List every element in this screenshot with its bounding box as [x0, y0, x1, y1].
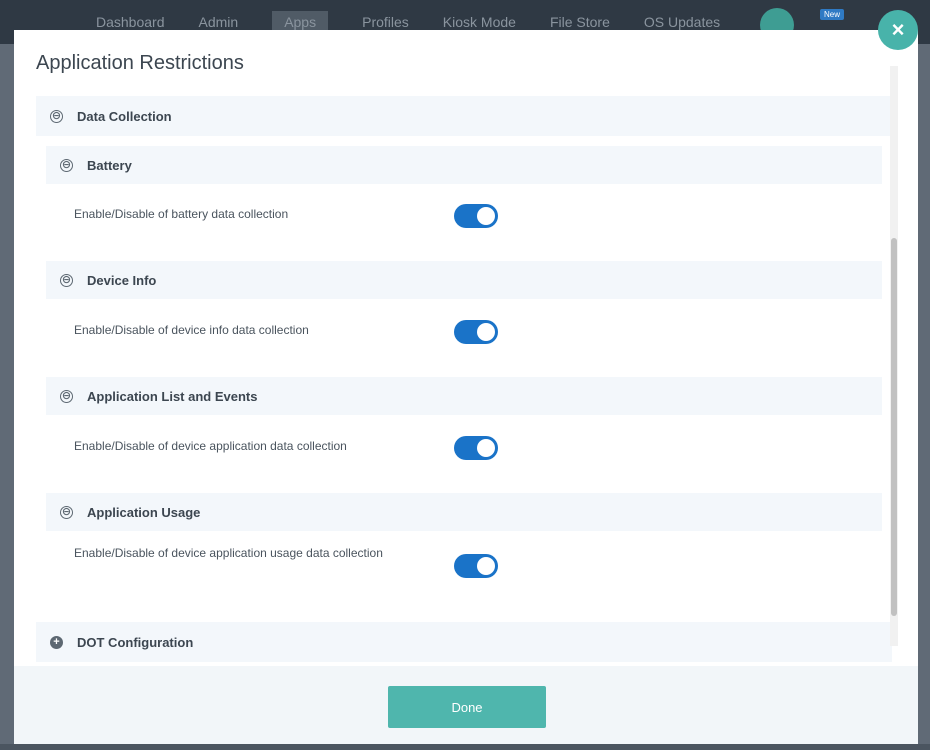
- collapse-icon: ⊖: [60, 389, 73, 403]
- switch-knob: [477, 439, 495, 457]
- backdrop-right: [918, 44, 930, 750]
- modal-scroll-area[interactable]: ⊖ Data Collection ⊖ Battery Enable/Disab…: [36, 96, 894, 666]
- nav-item-dashboard: Dashboard: [96, 14, 165, 30]
- battery-toggle-switch[interactable]: [454, 204, 498, 228]
- backdrop-left: [0, 44, 14, 750]
- new-badge: New: [820, 9, 845, 20]
- collapse-icon: ⊖: [60, 158, 73, 172]
- subsection-label-device-info: Device Info: [87, 272, 157, 288]
- modal-title: Application Restrictions: [36, 52, 244, 74]
- device-info-toggle-switch[interactable]: [454, 320, 498, 344]
- battery-setting-label: Enable/Disable of battery data collectio…: [74, 207, 289, 221]
- expand-icon: +: [50, 635, 63, 649]
- scrollbar-thumb[interactable]: [891, 238, 897, 616]
- modal-footer: Done: [14, 666, 918, 744]
- close-button[interactable]: ×: [878, 10, 918, 50]
- nav-item-admin: Admin: [198, 14, 239, 30]
- section-header-dot-configuration[interactable]: + DOT Configuration: [36, 622, 892, 662]
- subsection-header-device-info[interactable]: ⊖ Device Info: [46, 261, 882, 299]
- app-list-events-setting-label: Enable/Disable of device application dat…: [74, 439, 347, 453]
- app-list-events-toggle-switch[interactable]: [454, 436, 498, 460]
- close-icon: ×: [891, 17, 905, 42]
- device-info-setting-label: Enable/Disable of device info data colle…: [74, 323, 309, 337]
- section-header-data-collection[interactable]: ⊖ Data Collection: [36, 96, 892, 136]
- collapse-icon: ⊖: [60, 505, 73, 519]
- app-usage-setting-label: Enable/Disable of device application usa…: [74, 546, 383, 560]
- subsection-header-app-list-events[interactable]: ⊖ Application List and Events: [46, 377, 882, 415]
- backdrop-bottom: [0, 744, 930, 750]
- subsection-header-app-usage[interactable]: ⊖ Application Usage: [46, 493, 882, 531]
- switch-knob: [477, 207, 495, 225]
- section-label-data-collection: Data Collection: [77, 108, 172, 124]
- nav-item-os-updates: OS Updates: [643, 14, 721, 30]
- application-restrictions-modal: Application Restrictions ⊖ Data Collecti…: [14, 30, 918, 744]
- subsection-label-battery: Battery: [87, 157, 132, 173]
- nav-item-file-store: File Store: [549, 14, 610, 30]
- section-label-dot-configuration: DOT Configuration: [77, 634, 194, 650]
- switch-knob: [477, 557, 495, 575]
- app-usage-toggle-switch[interactable]: [454, 554, 498, 578]
- collapse-icon: ⊖: [60, 273, 73, 287]
- nav-item-profiles: Profiles: [362, 14, 409, 30]
- subsection-label-app-usage: Application Usage: [87, 504, 201, 520]
- subsection-label-app-list-events: Application List and Events: [87, 388, 258, 404]
- done-button[interactable]: Done: [388, 686, 546, 728]
- subsection-header-battery[interactable]: ⊖ Battery: [46, 146, 882, 184]
- switch-knob: [477, 323, 495, 341]
- nav-item-kiosk: Kiosk Mode: [442, 14, 516, 30]
- collapse-icon: ⊖: [50, 109, 63, 123]
